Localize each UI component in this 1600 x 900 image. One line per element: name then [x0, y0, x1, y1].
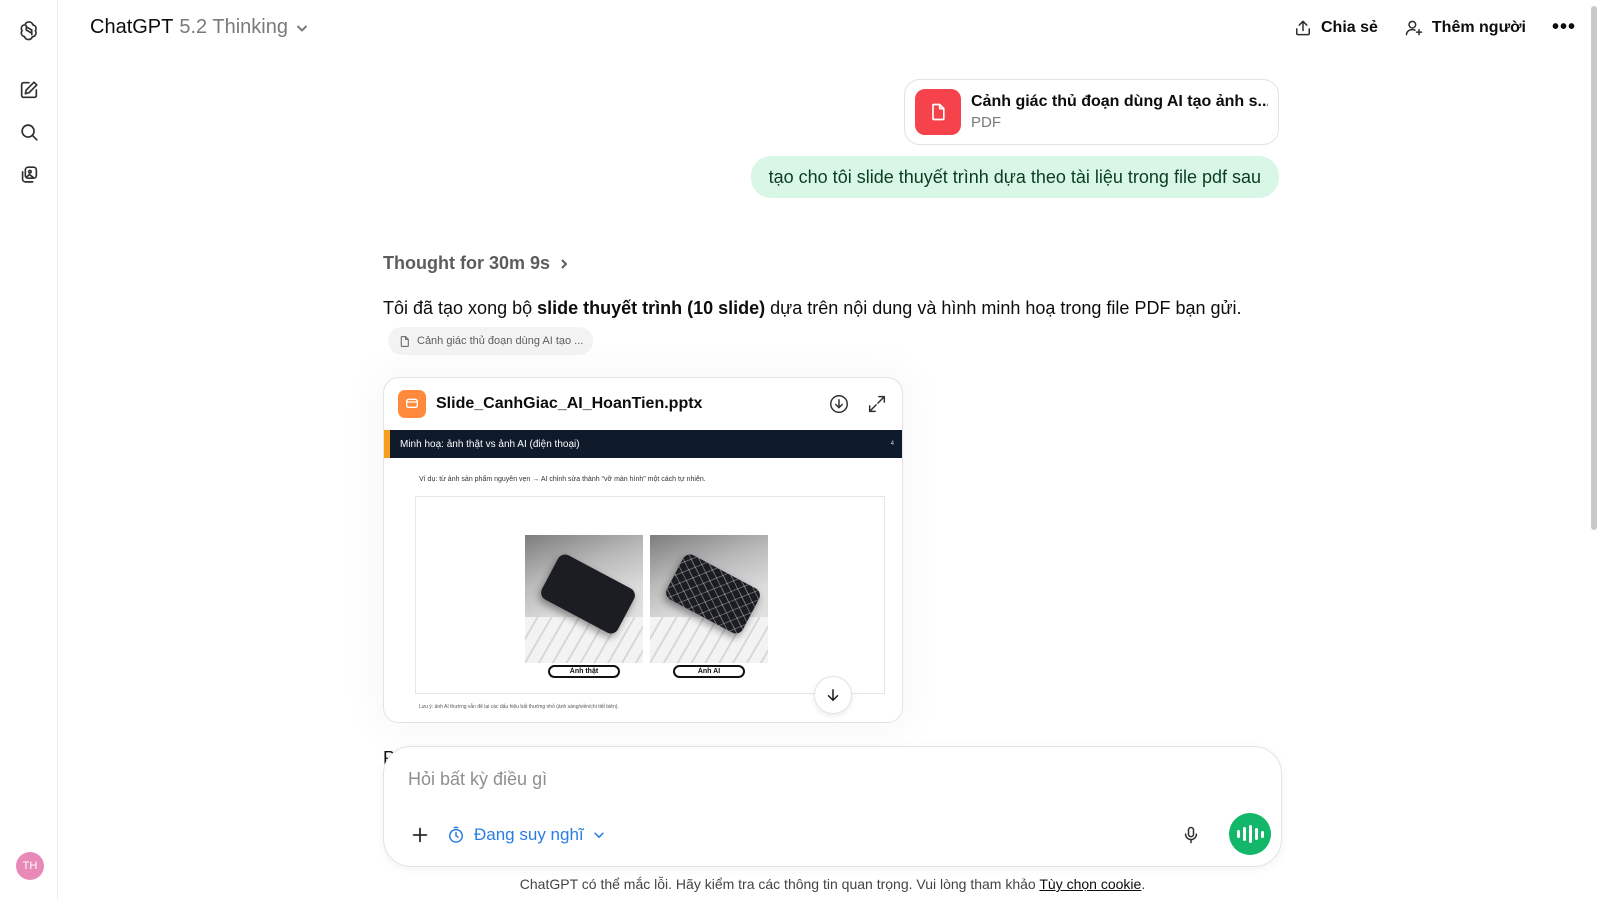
pdf-file-icon — [915, 89, 961, 135]
thinking-mode-selector[interactable]: Đang suy nghĩ — [446, 819, 606, 851]
document-icon — [400, 335, 409, 347]
attachment-filename: Slide_CanhGiac_AI_HoanTien.pptx — [436, 395, 703, 412]
real-photo-label: Ảnh thật — [548, 665, 620, 678]
answer-bold: slide thuyết trình (10 slide) — [537, 298, 766, 318]
slide-subtitle: Ví dụ: từ ảnh sản phẩm nguyên vẹn → AI c… — [419, 476, 706, 483]
chevron-down-icon — [296, 24, 308, 32]
assistant-message: Tôi đã tạo xong bộ slide thuyết trình (1… — [383, 298, 1242, 319]
chevron-right-icon — [561, 258, 568, 269]
disclaimer-end: . — [1141, 876, 1146, 892]
cookie-preferences-link[interactable]: Tùy chọn cookie — [1039, 876, 1141, 892]
model-selector[interactable]: ChatGPT 5.2 Thinking — [90, 16, 310, 39]
new-chat-icon[interactable] — [17, 78, 41, 102]
slide-note: Lưu ý: ảnh AI thường vẫn để lại các dấu … — [419, 704, 619, 710]
scrollbar[interactable] — [1590, 0, 1598, 900]
top-header: ChatGPT 5.2 Thinking Chia sẻ Thêm người … — [58, 0, 1590, 62]
add-people-button[interactable]: Thêm người — [1404, 18, 1526, 38]
ai-phone-photo — [650, 535, 768, 663]
answer-prefix: Tôi đã tạo xong bộ — [383, 298, 538, 318]
share-label: Chia sẻ — [1320, 18, 1378, 36]
more-options-button[interactable]: ••• — [1552, 16, 1576, 39]
sidebar-rail: TH — [0, 0, 58, 900]
share-icon — [1295, 20, 1310, 35]
user-file-attachment[interactable]: Cảnh giác thủ đoạn dùng AI tạo ảnh s... … — [904, 79, 1279, 145]
plus-icon — [412, 827, 428, 843]
download-icon[interactable] — [828, 393, 850, 415]
library-icon[interactable] — [17, 163, 41, 187]
disclaimer-footer: ChatGPT có thể mắc lỗi. Hãy kiểm tra các… — [383, 876, 1282, 892]
add-people-label: Thêm người — [1431, 18, 1526, 36]
user-file-type: PDF — [971, 114, 1001, 131]
disclaimer-text: ChatGPT có thể mắc lỗi. Hãy kiểm tra các… — [519, 876, 1040, 892]
pptx-preview-card[interactable]: Slide_CanhGiac_AI_HoanTien.pptx Minh hoạ… — [383, 377, 903, 723]
slide-title-bar: Minh hoạ: ảnh thật vs ảnh AI (điện thoại… — [384, 430, 902, 458]
arrow-down-icon — [827, 689, 839, 701]
card-header: Slide_CanhGiac_AI_HoanTien.pptx — [384, 378, 902, 430]
search-icon[interactable] — [17, 120, 41, 144]
slide-image-frame: Ảnh thật Ảnh AI — [415, 496, 885, 694]
voice-waveform-icon — [1236, 825, 1264, 843]
model-version: 5.2 Thinking — [179, 16, 288, 38]
openai-logo-icon[interactable] — [17, 18, 41, 42]
thought-label: Thought for 30m 9s — [383, 253, 551, 273]
source-chip-label: Cảnh giác thủ đoạn dùng AI tạo ... — [417, 335, 584, 347]
add-person-icon — [1405, 20, 1423, 35]
scrollbar-thumb[interactable] — [1591, 6, 1597, 530]
scroll-down-button[interactable] — [814, 676, 852, 714]
answer-suffix: dựa trên nội dung và hình minh hoạ trong… — [765, 298, 1242, 318]
header-actions: Chia sẻ Thêm người ••• — [1293, 16, 1576, 39]
slide-title: Minh hoạ: ảnh thật vs ảnh AI (điện thoại… — [400, 438, 580, 450]
timer-icon — [449, 826, 463, 843]
thought-toggle[interactable]: Thought for 30m 9s — [383, 253, 570, 274]
slide-preview: Minh hoạ: ảnh thật vs ảnh AI (điện thoại… — [384, 430, 902, 722]
real-phone-photo — [525, 535, 643, 663]
model-name: ChatGPT — [90, 16, 174, 38]
thinking-mode-label: Đang suy nghĩ — [474, 825, 584, 844]
user-avatar[interactable]: TH — [16, 852, 44, 880]
user-message: tạo cho tôi slide thuyết trình dựa theo … — [750, 156, 1279, 198]
chevron-down-icon — [593, 832, 604, 838]
source-citation-chip[interactable]: Cảnh giác thủ đoạn dùng AI tạo ... — [388, 327, 594, 355]
expand-icon[interactable] — [866, 393, 888, 415]
slide-number: 4 — [890, 441, 894, 447]
chatgpt-app: TH ChatGPT 5.2 Thinking Chia sẻ Thêm ngư… — [0, 0, 1600, 900]
share-button[interactable]: Chia sẻ — [1293, 18, 1378, 38]
add-attachment-button[interactable] — [404, 819, 436, 851]
composer: Đang suy nghĩ — [383, 746, 1282, 867]
prompt-input[interactable] — [408, 769, 1108, 790]
ai-photo-label: Ảnh AI — [673, 665, 745, 678]
voice-mode-button[interactable] — [1229, 813, 1271, 855]
user-file-name: Cảnh giác thủ đoạn dùng AI tạo ảnh s... — [971, 93, 1268, 110]
microphone-icon — [1184, 826, 1198, 844]
presentation-icon — [398, 390, 426, 418]
dictate-button[interactable] — [1177, 821, 1205, 849]
